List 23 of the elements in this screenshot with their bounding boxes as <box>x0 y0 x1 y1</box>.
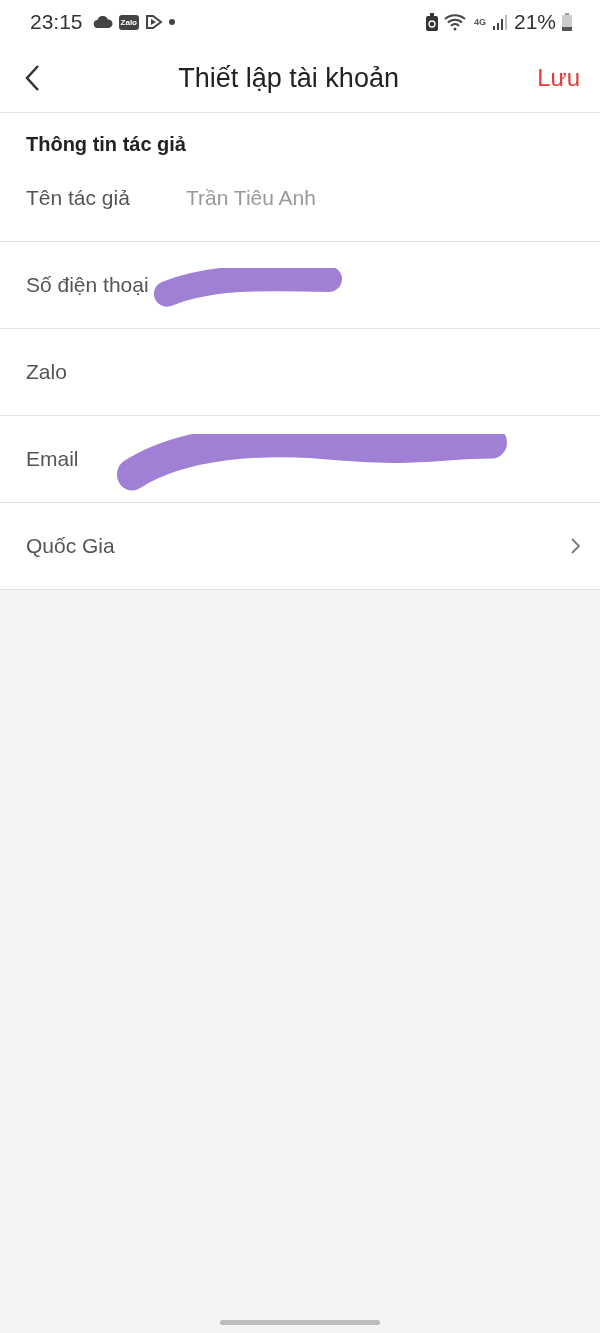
play-icon <box>145 14 163 30</box>
field-label: Quốc Gia <box>26 534 116 558</box>
chevron-right-icon <box>571 538 580 554</box>
battery-percent: 21% <box>513 10 556 34</box>
country-select[interactable] <box>571 538 580 554</box>
battery-icon <box>562 13 572 31</box>
input-field[interactable]: Trần Tiêu Anh <box>186 185 580 210</box>
back-button[interactable] <box>24 64 40 92</box>
field-label: Zalo <box>26 360 68 384</box>
dot-icon <box>169 19 175 25</box>
section-title: Thông tin tác giả <box>25 132 187 157</box>
wifi-icon <box>443 13 468 31</box>
field-label: Email <box>26 447 80 471</box>
network-type: 4G <box>473 17 486 27</box>
save-button[interactable]: Lưu <box>537 64 580 92</box>
field-label: Số điện thoại <box>26 273 150 297</box>
field-label: Tên tác giả <box>26 185 131 210</box>
app-notification-icon: Zalo <box>118 14 139 30</box>
status-time: 23:15 <box>30 10 83 34</box>
battery-saver-icon <box>425 13 438 31</box>
cloud-icon <box>92 16 113 28</box>
page-title: Thiết lập tài khoản <box>178 62 399 94</box>
signal-icon <box>491 14 508 30</box>
